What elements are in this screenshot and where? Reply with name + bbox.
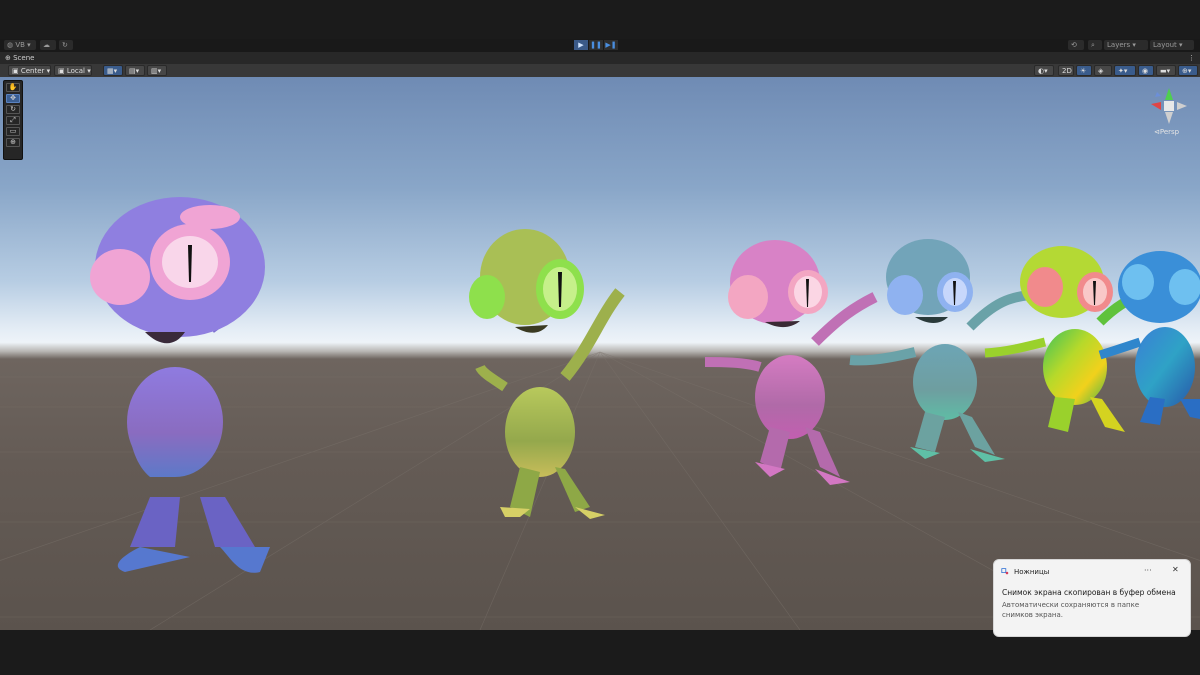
- 2d-label: 2D: [1062, 67, 1072, 75]
- scene-viewport[interactable]: [0, 77, 1200, 630]
- pivot-icon: ▣: [12, 67, 21, 75]
- more-options-icon[interactable]: ···: [1144, 566, 1152, 575]
- letterbox-top: [0, 0, 1200, 39]
- history-icon: ⟲: [1071, 41, 1077, 49]
- editor-toolbar: ◍ VB ▾ ☁ ↻ ▶ ❚❚ ▶❚ ⟲ ⌕ Layers ▾ Layout ▾: [0, 39, 1200, 52]
- transform-icon[interactable]: ⊕: [6, 138, 20, 147]
- space-label: Local: [66, 67, 85, 75]
- grid-icon: ▦▾: [107, 67, 118, 75]
- layers-dropdown[interactable]: Layers ▾: [1104, 40, 1148, 50]
- notification-message: Снимок экрана скопирован в буфер обмена: [1002, 588, 1176, 597]
- audio-icon: ◈: [1098, 67, 1104, 75]
- history-button[interactable]: ⟲: [1068, 40, 1084, 50]
- gizmos-icon: ⊕▾: [1182, 67, 1192, 75]
- pause-button[interactable]: ❚❚: [589, 40, 603, 50]
- visibility-toggle[interactable]: ◉: [1138, 65, 1154, 76]
- blue-alien: [1098, 251, 1200, 425]
- play-button[interactable]: ▶: [574, 40, 588, 50]
- camera-icon: ▬▾: [1160, 67, 1171, 75]
- step-button[interactable]: ▶❚: [604, 40, 618, 50]
- eye-icon: ◉: [1142, 67, 1149, 75]
- camera-dropdown[interactable]: ▬▾: [1156, 65, 1176, 76]
- search-button[interactable]: ⌕: [1088, 40, 1102, 50]
- scene-render: [0, 197, 1200, 630]
- lighting-toggle[interactable]: ☀: [1076, 65, 1092, 76]
- layout-label: Layout: [1153, 41, 1177, 49]
- snap-icon: ▤▾: [129, 67, 140, 75]
- scale-icon[interactable]: ⤢: [6, 116, 20, 125]
- light-icon: ☀: [1080, 67, 1087, 75]
- cloud-icon: ☁: [43, 41, 50, 49]
- audio-toggle[interactable]: ◈: [1094, 65, 1112, 76]
- collab-icon: ↻: [62, 41, 68, 49]
- account-label: VB: [15, 41, 25, 49]
- 2d-toggle[interactable]: 2D: [1058, 65, 1074, 76]
- gizmo-neg-x-axis[interactable]: [1177, 102, 1187, 110]
- gizmo-center[interactable]: [1164, 101, 1174, 111]
- scene-tab-label: Scene: [13, 54, 35, 62]
- draw-mode-dropdown[interactable]: ◐▾: [1034, 65, 1054, 76]
- snipping-tool-icon: [1001, 568, 1009, 575]
- space-dropdown[interactable]: ▣ Local ▾: [54, 65, 92, 76]
- effects-icon: ✦▾: [1118, 67, 1128, 75]
- gizmos-dropdown[interactable]: ⊕▾: [1178, 65, 1198, 76]
- notification-details: Автоматически сохраняются в папке снимко…: [1002, 601, 1140, 619]
- layout-dropdown[interactable]: Layout ▾: [1150, 40, 1194, 50]
- gizmo-x-axis[interactable]: [1151, 102, 1161, 110]
- snipping-notification[interactable]: Ножницы ··· ✕ Снимок экрана скопирован в…: [993, 559, 1191, 637]
- snap-settings-button[interactable]: ▤▾: [125, 65, 145, 76]
- gizmo-y-axis[interactable]: [1165, 88, 1173, 100]
- hand-icon[interactable]: ✋: [6, 83, 20, 92]
- pink-alien: [704, 240, 878, 485]
- effects-dropdown[interactable]: ✦▾: [1114, 65, 1136, 76]
- tools-palette: ✋ ✥ ↻ ⤢ ▭ ⊕: [3, 80, 23, 160]
- layers-label: Layers: [1107, 41, 1131, 49]
- space-icon: ▣: [58, 67, 67, 75]
- pivot-label: Center: [20, 67, 45, 75]
- gizmo-z-axis[interactable]: [1155, 92, 1161, 97]
- search-icon: ⌕: [1091, 41, 1095, 49]
- rotate-icon[interactable]: ↻: [6, 105, 20, 114]
- play-controls: ▶ ❚❚ ▶❚: [574, 40, 619, 50]
- move-icon[interactable]: ✥: [6, 94, 20, 103]
- scene-toolbar: ▣ Center ▾ ▣ Local ▾ ▦▾ ▤▾ ▥▾ ◐▾ 2D ☀ ◈ …: [0, 64, 1200, 77]
- increment-icon: ▥▾: [151, 67, 162, 75]
- purple-alien: [90, 197, 270, 573]
- tab-scene[interactable]: ⊕ Scene: [5, 53, 34, 63]
- scene-icon: ⊕: [5, 54, 14, 62]
- projection-label: Persp: [1159, 128, 1180, 136]
- pivot-dropdown[interactable]: ▣ Center ▾: [8, 65, 51, 76]
- green-alien: [469, 229, 625, 519]
- gizmo-neg-y-axis[interactable]: [1165, 112, 1173, 124]
- shading-icon: ◐▾: [1038, 67, 1048, 75]
- rect-icon[interactable]: ▭: [6, 127, 20, 136]
- tab-menu-icon[interactable]: ⋮: [1188, 53, 1195, 63]
- collab-button[interactable]: ↻: [59, 40, 73, 50]
- notification-app-name: Ножницы: [1014, 568, 1050, 576]
- grid-snap-button[interactable]: ▦▾: [103, 65, 123, 76]
- increment-snap-button[interactable]: ▥▾: [147, 65, 167, 76]
- close-icon[interactable]: ✕: [1172, 565, 1179, 574]
- account-dropdown[interactable]: ◍ VB ▾: [4, 40, 36, 50]
- projection-toggle[interactable]: ⊲Persp: [1154, 128, 1179, 136]
- cloud-button[interactable]: ☁: [40, 40, 56, 50]
